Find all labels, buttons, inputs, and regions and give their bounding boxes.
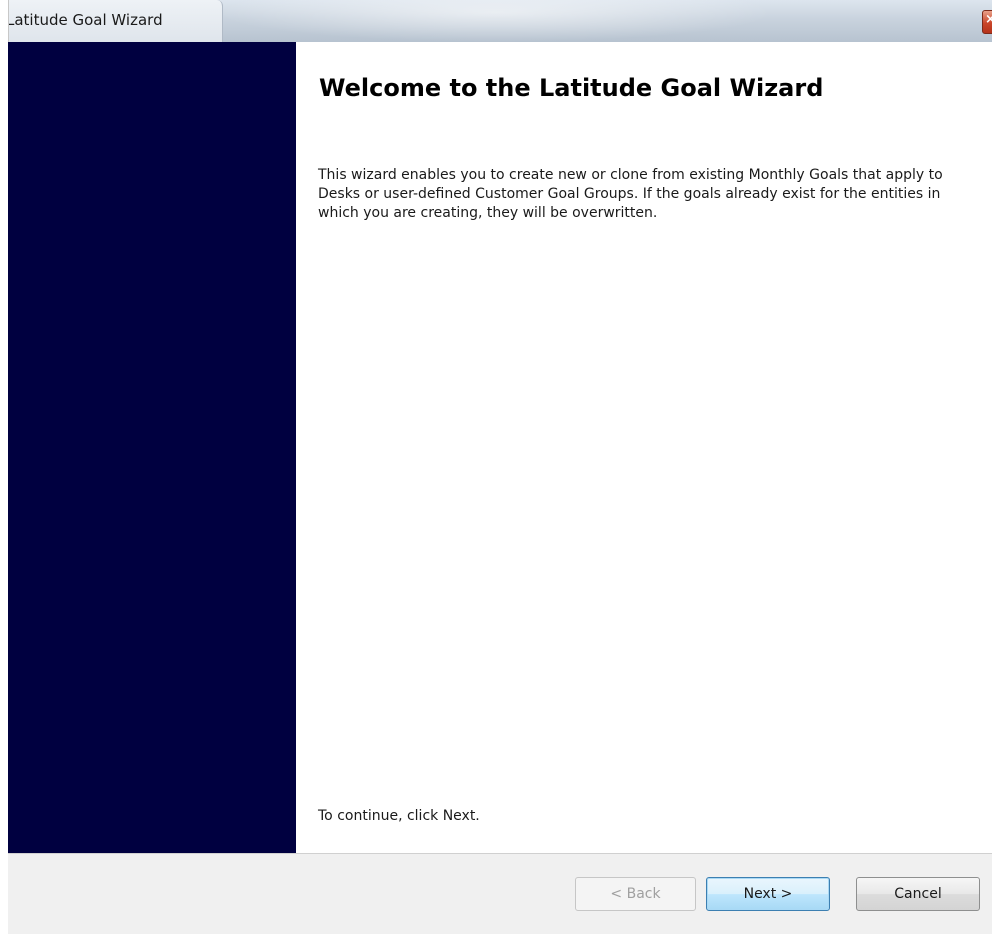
title-bar-glow <box>215 0 775 42</box>
title-cap: Latitude Goal Wizard <box>0 0 223 42</box>
wizard-page: Welcome to the Latitude Goal Wizard This… <box>0 42 992 853</box>
window-title: Latitude Goal Wizard <box>6 11 163 29</box>
title-bar[interactable]: Latitude Goal Wizard × <box>0 0 992 42</box>
cancel-button[interactable]: Cancel <box>856 877 980 911</box>
back-button[interactable]: < Back <box>575 877 696 911</box>
close-button[interactable]: × <box>982 10 992 34</box>
close-icon: × <box>985 12 992 27</box>
wizard-window: Latitude Goal Wizard × Welcome to the La… <box>0 0 992 934</box>
page-heading: Welcome to the Latitude Goal Wizard <box>319 74 824 102</box>
wizard-banner <box>8 42 296 853</box>
continue-instruction: To continue, click Next. <box>318 808 480 824</box>
next-button[interactable]: Next > <box>706 877 830 911</box>
button-bar: < Back Next > Cancel <box>8 853 992 934</box>
page-description: This wizard enables you to create new or… <box>318 167 943 221</box>
